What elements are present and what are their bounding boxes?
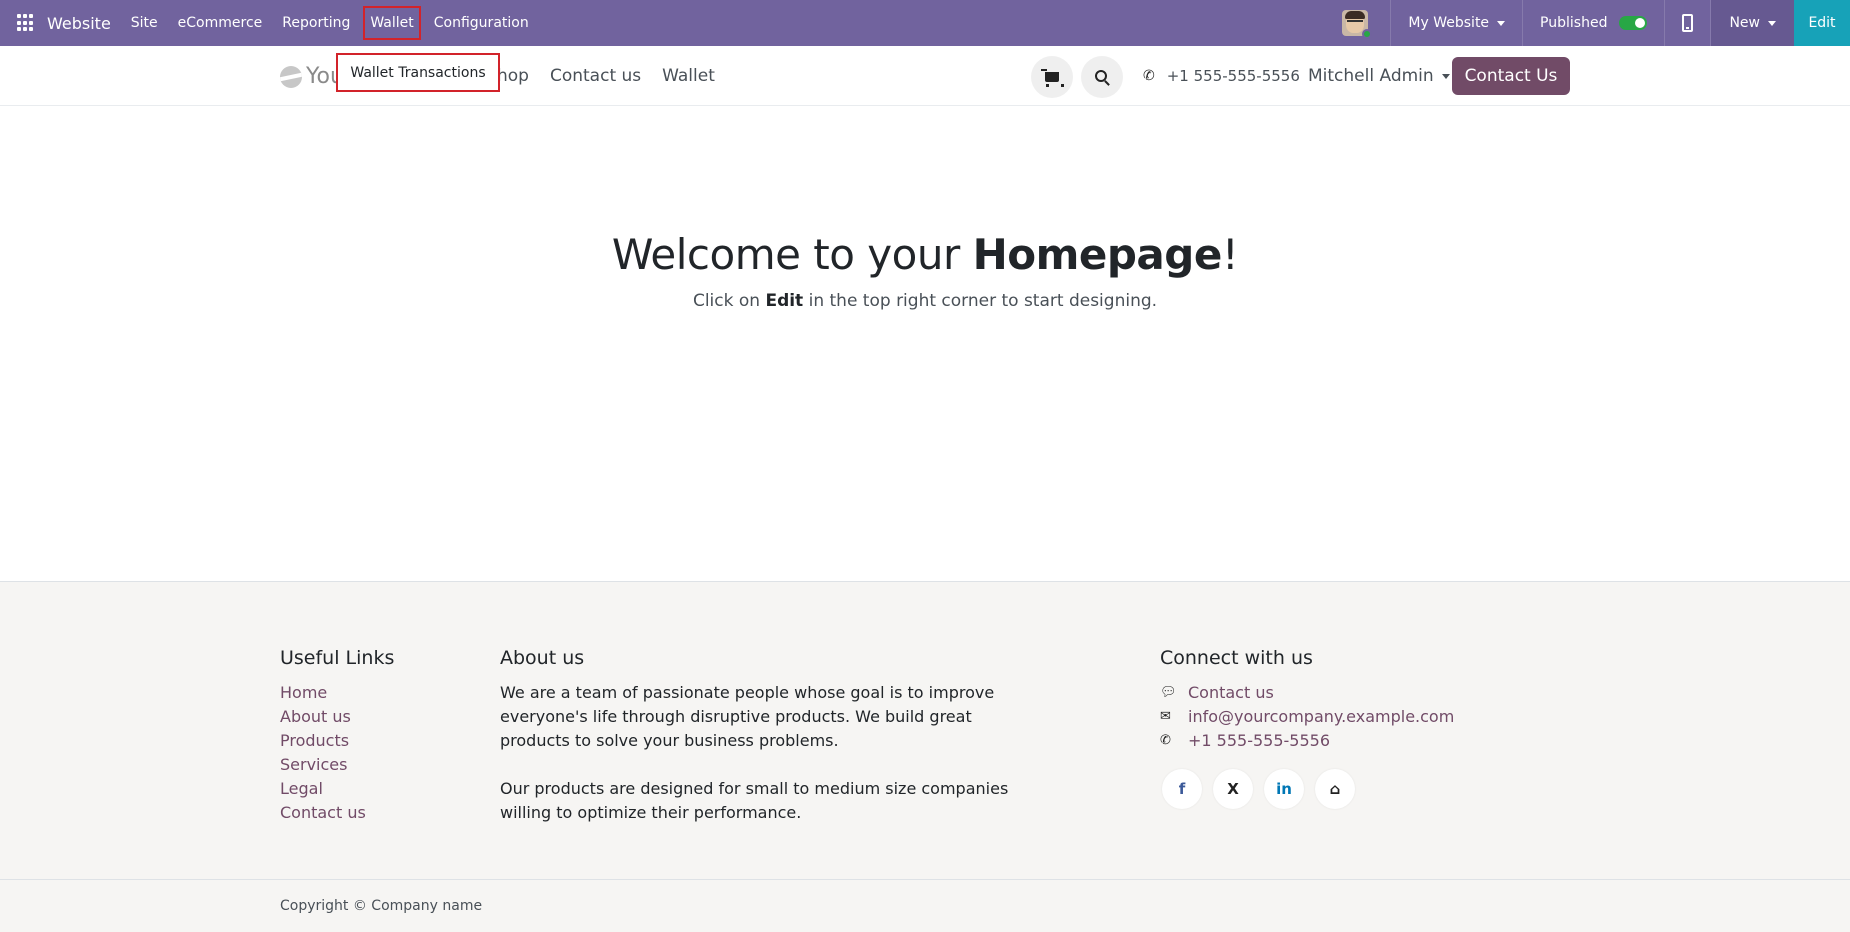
footer: Useful Links Home About us Products Serv… xyxy=(0,581,1850,879)
menu-ecommerce[interactable]: eCommerce xyxy=(168,0,273,46)
connect-email-link[interactable]: ✉ info@yourcompany.example.com xyxy=(1160,705,1454,729)
footer-link-services[interactable]: Services xyxy=(280,753,366,777)
published-toggle[interactable]: Published xyxy=(1523,0,1664,46)
admin-navbar: Website Site eCommerce Reporting Wallet … xyxy=(0,0,1850,46)
search-icon xyxy=(1094,69,1107,82)
online-status-icon xyxy=(1362,29,1373,39)
useful-links-title: Useful Links xyxy=(280,647,395,669)
chevron-down-icon xyxy=(1497,20,1506,26)
facebook-icon[interactable]: f xyxy=(1162,769,1202,809)
search-button[interactable] xyxy=(1081,56,1123,98)
about-paragraph-1: We are a team of passionate people whose… xyxy=(500,683,995,750)
social-links: f X in ⌂ xyxy=(1162,769,1366,809)
logo-icon xyxy=(280,65,302,88)
phone-icon: ✆ xyxy=(1143,68,1155,84)
wallet-transactions-menu-item[interactable]: Wallet Transactions xyxy=(336,53,500,92)
nav-wallet[interactable]: Wallet xyxy=(662,66,715,86)
site-nav: hop Contact us Wallet xyxy=(497,46,736,106)
user-menu[interactable]: Mitchell Admin xyxy=(1308,46,1450,106)
cart-button[interactable] xyxy=(1031,56,1073,98)
cart-icon xyxy=(1041,69,1064,87)
copyright-text: Copyright © Company name xyxy=(280,898,483,914)
toggle-switch-icon[interactable] xyxy=(1619,16,1648,30)
mobile-preview-button[interactable] xyxy=(1665,0,1710,46)
published-label: Published xyxy=(1540,15,1608,31)
about-us-title: About us xyxy=(500,647,585,669)
apps-menu-icon[interactable] xyxy=(17,14,35,32)
mobile-icon xyxy=(1682,14,1694,32)
chevron-down-icon xyxy=(1768,20,1776,26)
connect-title: Connect with us xyxy=(1160,647,1313,669)
website-header: You hop Contact us Wallet ✆ +1 555-555-5… xyxy=(0,46,1850,106)
connect-contact-link[interactable]: 💬︎ Contact us xyxy=(1160,681,1454,705)
my-website-dropdown[interactable]: My Website xyxy=(1391,0,1522,46)
contact-us-button[interactable]: Contact Us xyxy=(1452,57,1570,95)
about-paragraph-2: Our products are designed for small to m… xyxy=(500,779,1009,822)
connect-phone-link[interactable]: ✆ +1 555-555-5556 xyxy=(1160,729,1454,753)
menu-site[interactable]: Site xyxy=(121,0,168,46)
hero-subtitle: Click on Edit in the top right corner to… xyxy=(692,291,1158,311)
comment-icon: 💬︎ xyxy=(1160,685,1177,700)
app-menu: Site eCommerce Reporting Wallet Configur… xyxy=(121,0,539,46)
menu-wallet[interactable]: Wallet xyxy=(360,0,423,46)
phone-icon: ✆ xyxy=(1160,733,1171,748)
x-icon[interactable]: X xyxy=(1213,769,1253,809)
envelope-icon: ✉ xyxy=(1160,709,1171,724)
footer-link-home[interactable]: Home xyxy=(280,681,366,705)
header-phone[interactable]: ✆ +1 555-555-5556 xyxy=(1143,46,1300,106)
about-us-text: We are a team of passionate people whose… xyxy=(500,681,1030,849)
new-label: New xyxy=(1729,15,1760,31)
user-avatar[interactable] xyxy=(1342,10,1373,39)
hero-title: Welcome to your Homepage! xyxy=(611,230,1239,279)
nav-contact-us[interactable]: Contact us xyxy=(550,66,641,86)
company-logo[interactable]: You xyxy=(280,64,344,89)
linkedin-icon[interactable]: in xyxy=(1264,769,1304,809)
connect-list: 💬︎ Contact us ✉ info@yourcompany.example… xyxy=(1160,681,1454,753)
my-website-label: My Website xyxy=(1408,15,1490,31)
footer-link-legal[interactable]: Legal xyxy=(280,777,366,801)
menu-reporting[interactable]: Reporting xyxy=(272,0,360,46)
useful-links-list: Home About us Products Services Legal Co… xyxy=(280,681,366,825)
header-phone-number: +1 555-555-5556 xyxy=(1166,67,1300,85)
user-name: Mitchell Admin xyxy=(1308,66,1434,86)
copyright-bar: Copyright © Company name xyxy=(0,879,1850,932)
admin-navbar-right: My Website Published New Edit xyxy=(1342,0,1850,46)
footer-link-contact-us[interactable]: Contact us xyxy=(280,801,366,825)
chevron-down-icon xyxy=(1441,73,1450,79)
home-icon[interactable]: ⌂ xyxy=(1315,769,1355,809)
nav-shop[interactable]: hop xyxy=(497,66,529,86)
footer-link-products[interactable]: Products xyxy=(280,729,366,753)
edit-button[interactable]: Edit xyxy=(1794,0,1850,46)
new-button[interactable]: New xyxy=(1711,0,1794,46)
app-name[interactable]: Website xyxy=(47,14,111,33)
menu-configuration[interactable]: Configuration xyxy=(424,0,539,46)
footer-link-about-us[interactable]: About us xyxy=(280,705,366,729)
